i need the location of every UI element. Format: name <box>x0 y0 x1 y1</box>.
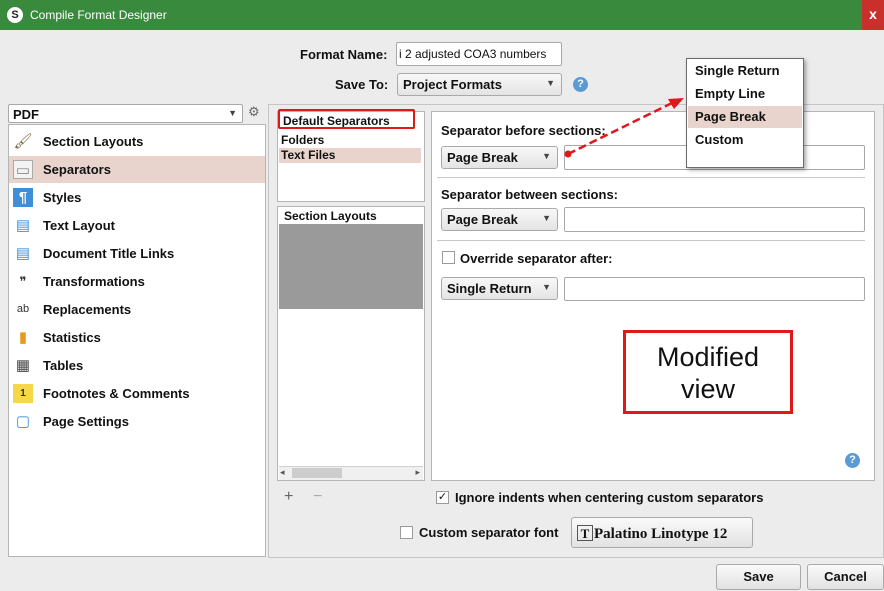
format-name-field[interactable]: i 2 adjusted COA3 numbers <box>396 42 562 66</box>
dropdown-option-empty-line[interactable]: Empty Line <box>688 83 802 105</box>
styles-icon: ¶ <box>13 188 33 207</box>
chevron-down-icon: ▼ <box>546 78 555 88</box>
section-layouts-header: Section Layouts <box>284 209 377 223</box>
save-to-label: Save To: <box>335 77 389 92</box>
separator-between-custom-field[interactable] <box>564 207 865 232</box>
annotation-arrow <box>564 98 684 158</box>
sidebar-item-footnotes-comments[interactable]: 1 Footnotes & Comments <box>9 380 265 407</box>
app-logo-icon: S <box>7 7 23 23</box>
help-icon[interactable]: ? <box>573 77 588 92</box>
sidebar-item-label: Replacements <box>43 302 132 317</box>
window-title: Compile Format Designer <box>30 8 167 22</box>
sidebar-item-page-settings[interactable]: ▢ Page Settings <box>9 408 265 435</box>
annotation-callout: Modified view <box>623 330 793 414</box>
override-separator-label: Override separator after: <box>460 251 613 266</box>
text-layout-icon: ▤ <box>15 217 31 234</box>
ignore-indents-label: Ignore indents when centering custom sep… <box>455 490 764 505</box>
sidebar-item-label: Tables <box>43 358 84 373</box>
format-type-value: PDF <box>13 107 39 122</box>
chevron-down-icon: ▼ <box>228 108 237 118</box>
list-item-text-files[interactable]: Text Files <box>279 148 421 163</box>
scroll-thumb[interactable] <box>292 468 342 478</box>
add-layout-button[interactable]: + <box>284 488 293 506</box>
annotation-line-1: Modified <box>656 342 760 372</box>
override-separator-select[interactable]: Single Return ▼ <box>441 277 558 300</box>
chevron-down-icon: ▼ <box>542 151 551 161</box>
sidebar-item-tables[interactable]: ▦ Tables <box>9 352 265 379</box>
save-button[interactable]: Save <box>716 564 801 590</box>
blurred-layouts-region <box>279 224 423 309</box>
font-icon: T <box>577 525 593 541</box>
save-to-value: Project Formats <box>403 77 502 92</box>
sidebar-item-label: Document Title Links <box>43 246 175 261</box>
ignore-indents-checkbox[interactable]: ✓ <box>436 491 449 504</box>
sidebar-item-label: Footnotes & Comments <box>43 386 190 401</box>
font-picker-value: Palatino Linotype 12 <box>594 526 728 542</box>
sidebar: 🖌 Section Layouts ▭ Separators ¶ Styles … <box>8 124 266 557</box>
sidebar-item-document-title-links[interactable]: ▤ Document Title Links <box>9 240 265 267</box>
sidebar-item-label: Styles <box>43 190 82 205</box>
format-name-label: Format Name: <box>300 47 388 62</box>
sidebar-item-styles[interactable]: ¶ Styles <box>9 184 265 211</box>
separator-between-label: Separator between sections: <box>441 187 618 202</box>
sidebar-item-separators[interactable]: ▭ Separators <box>9 156 265 183</box>
highlight-box <box>278 109 415 129</box>
annotation-line-2: view <box>680 374 735 404</box>
sidebar-item-label: Transformations <box>43 274 145 289</box>
separator-between-value: Page Break <box>447 212 518 227</box>
scroll-left-icon[interactable]: ◂ <box>280 467 285 478</box>
dropdown-option-single-return[interactable]: Single Return <box>688 60 802 82</box>
separator-before-value: Page Break <box>447 150 518 165</box>
override-separator-checkbox[interactable] <box>442 251 455 264</box>
horizontal-scrollbar[interactable]: ◂ ▸ <box>279 466 423 480</box>
chevron-down-icon: ▼ <box>542 213 551 223</box>
separator-between-select[interactable]: Page Break ▼ <box>441 208 558 231</box>
custom-font-checkbox[interactable] <box>400 526 413 539</box>
cancel-button[interactable]: Cancel <box>807 564 884 590</box>
remove-layout-button[interactable]: − <box>313 488 322 506</box>
dropdown-option-page-break[interactable]: Page Break <box>688 106 802 128</box>
help-icon[interactable]: ? <box>845 453 860 468</box>
bar-chart-icon: ▮ <box>18 329 28 346</box>
divider <box>437 240 865 241</box>
sidebar-item-statistics[interactable]: ▮ Statistics <box>9 324 265 351</box>
font-picker-button[interactable]: T Palatino Linotype 12 <box>571 517 753 548</box>
sidebar-item-text-layout[interactable]: ▤ Text Layout <box>9 212 265 239</box>
override-separator-custom-field[interactable] <box>564 277 865 301</box>
section-layouts-list: Section Layouts ◂ ▸ <box>277 206 425 481</box>
sidebar-item-label: Separators <box>43 162 111 177</box>
list-item-folders[interactable]: Folders <box>279 133 421 148</box>
replace-icon: ab <box>16 303 30 315</box>
footnote-icon: 1 <box>13 384 33 403</box>
override-separator-value: Single Return <box>447 281 532 296</box>
separators-icon: ▭ <box>13 160 33 179</box>
sidebar-item-replacements[interactable]: ab Replacements <box>9 296 265 323</box>
custom-font-label: Custom separator font <box>419 525 559 540</box>
scroll-right-icon[interactable]: ▸ <box>415 467 420 478</box>
divider <box>437 177 865 178</box>
separator-before-select[interactable]: Page Break ▼ <box>441 146 558 169</box>
table-icon: ▦ <box>15 357 31 374</box>
sidebar-item-transformations[interactable]: ❞ Transformations <box>9 268 265 295</box>
quotes-icon: ❞ <box>19 274 27 289</box>
gear-icon[interactable]: ⚙ <box>248 104 260 120</box>
dropdown-option-custom[interactable]: Custom <box>688 129 802 151</box>
format-name-value: i 2 adjusted COA3 numbers <box>399 47 547 61</box>
close-button[interactable]: x <box>862 0 884 30</box>
save-to-select[interactable]: Project Formats ▼ <box>397 73 562 96</box>
document-icon: ▤ <box>15 245 31 262</box>
sidebar-item-label: Page Settings <box>43 414 129 429</box>
page-icon: ▢ <box>15 413 31 430</box>
sidebar-item-label: Section Layouts <box>43 134 144 149</box>
sidebar-item-label: Text Layout <box>43 218 115 233</box>
separator-options-dropdown: Single Return Empty Line Page Break Cust… <box>686 58 804 168</box>
brush-icon: 🖌 <box>13 133 33 150</box>
chevron-down-icon: ▼ <box>542 282 551 292</box>
sidebar-item-section-layouts[interactable]: 🖌 Section Layouts <box>9 128 265 155</box>
sidebar-item-label: Statistics <box>43 330 101 345</box>
format-type-select[interactable]: PDF ▼ <box>8 104 243 123</box>
